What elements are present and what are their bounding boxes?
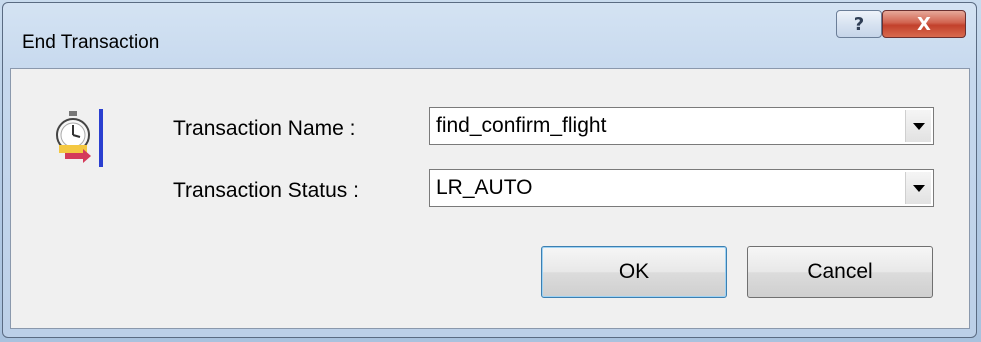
help-icon: ?	[853, 13, 865, 35]
dialog-title: End Transaction	[22, 32, 160, 53]
transaction-status-dropdown-button[interactable]	[905, 172, 931, 204]
transaction-name-combobox[interactable]: find_confirm_flight	[429, 107, 934, 145]
transaction-status-value: LR_AUTO	[436, 176, 533, 199]
close-icon: X	[917, 13, 931, 35]
transaction-end-icon	[56, 109, 103, 167]
transaction-status-combobox[interactable]: LR_AUTO	[429, 169, 934, 207]
chevron-down-icon	[912, 184, 925, 192]
dialog-body: Transaction Name : find_confirm_flight T…	[10, 68, 970, 329]
cancel-button[interactable]: Cancel	[747, 246, 933, 298]
transaction-name-label: Transaction Name :	[173, 117, 356, 140]
help-button[interactable]: ?	[836, 10, 882, 38]
chevron-down-icon	[912, 122, 925, 130]
close-button[interactable]: X	[882, 10, 966, 38]
ok-button[interactable]: OK	[541, 246, 727, 298]
transaction-status-label: Transaction Status :	[173, 179, 359, 202]
transaction-name-dropdown-button[interactable]	[905, 110, 931, 142]
transaction-name-value: find_confirm_flight	[436, 114, 607, 137]
